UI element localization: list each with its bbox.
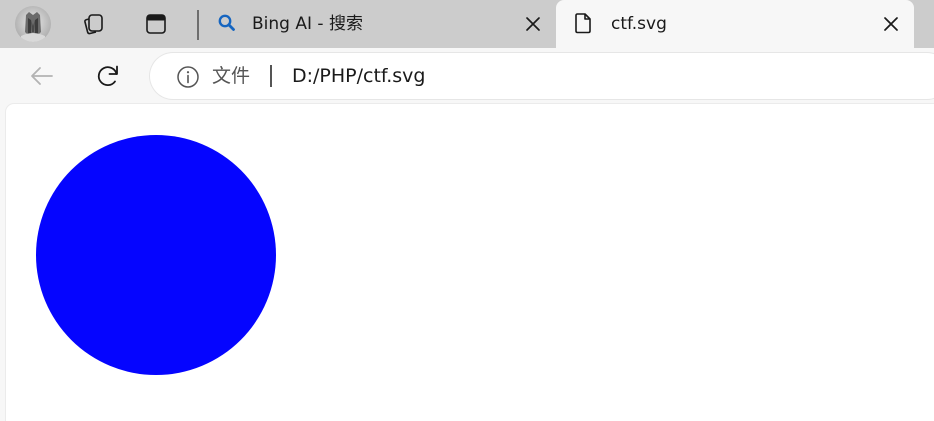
browser-window: Bing AI - 搜索 ctf.svg 文件 D:/PHP/ctf.svg: [0, 0, 934, 421]
toolbar: 文件 D:/PHP/ctf.svg: [0, 48, 934, 104]
close-tab-button[interactable]: [522, 13, 544, 35]
refresh-button[interactable]: [92, 60, 124, 92]
back-arrow-icon: [31, 67, 53, 85]
back-button[interactable]: [26, 60, 58, 92]
close-tab-button[interactable]: [880, 13, 902, 35]
tab-strip-divider: [197, 10, 199, 40]
site-info-button[interactable]: [176, 65, 200, 89]
tab-actions-button[interactable]: [140, 8, 172, 40]
svg-document: [36, 135, 276, 375]
profile-avatar[interactable]: [15, 6, 51, 42]
page-content: [6, 104, 934, 421]
address-scheme-label: 文件: [212, 65, 251, 87]
file-icon: [572, 12, 594, 34]
tab-actions-icon: [146, 14, 166, 34]
workspaces-icon: [84, 14, 103, 35]
address-separator: [270, 65, 272, 87]
blue-circle: [36, 135, 276, 375]
tab-strip: Bing AI - 搜索 ctf.svg: [0, 0, 934, 48]
refresh-icon: [97, 65, 118, 86]
close-icon: [884, 17, 898, 31]
info-icon: [177, 66, 199, 88]
tab-title: Bing AI - 搜索: [252, 14, 363, 34]
address-url[interactable]: D:/PHP/ctf.svg: [292, 64, 425, 88]
workspaces-button[interactable]: [77, 8, 109, 40]
tab-ctf-svg[interactable]: ctf.svg: [556, 0, 914, 48]
address-bar[interactable]: 文件 D:/PHP/ctf.svg: [150, 53, 934, 99]
search-icon: [216, 12, 238, 34]
close-icon: [526, 17, 540, 31]
tab-title: ctf.svg: [611, 14, 667, 34]
tab-bing-ai[interactable]: Bing AI - 搜索: [205, 0, 553, 48]
avatar-image: [21, 12, 45, 42]
